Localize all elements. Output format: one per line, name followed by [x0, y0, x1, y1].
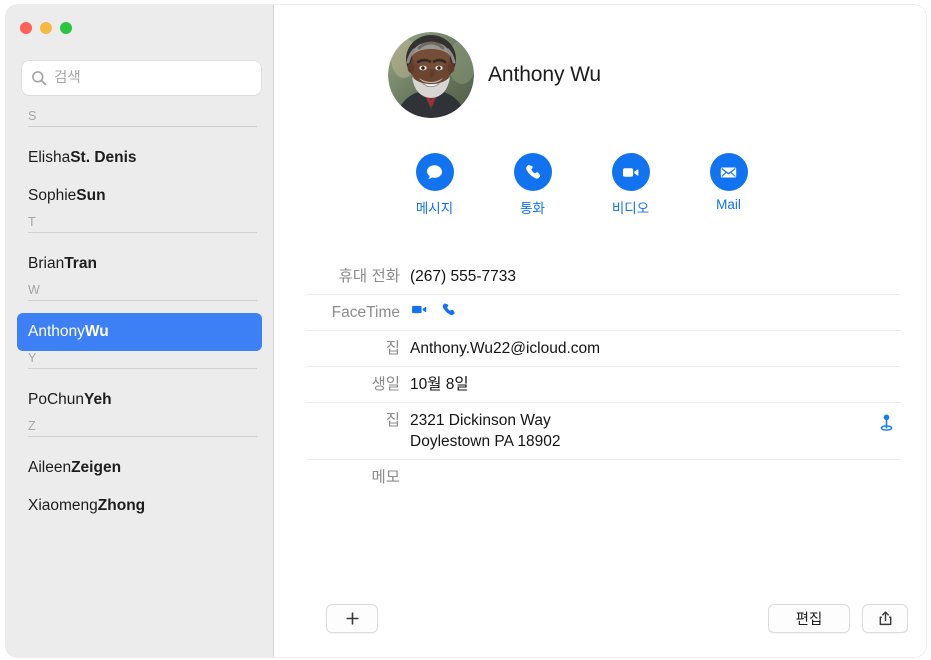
- contact-family-name: St. Denis: [70, 149, 137, 166]
- contact-given-name: Brian: [28, 255, 65, 272]
- section-rule: [28, 368, 257, 369]
- share-button[interactable]: [862, 604, 908, 633]
- section-rule: [28, 436, 257, 437]
- action-message[interactable]: 메시지: [410, 153, 459, 217]
- search-input[interactable]: [54, 70, 252, 86]
- section-header-z: Z: [28, 419, 257, 449]
- address-line: 2321 Dickinson Way: [410, 412, 551, 429]
- contact-family-name: Yeh: [84, 391, 112, 408]
- contact-action-buttons[interactable]: 메시지 통화 비디오 Mail: [410, 153, 753, 217]
- section-letter: Y: [28, 351, 45, 366]
- avatar[interactable]: [388, 32, 474, 118]
- section-header-t: T: [28, 215, 257, 245]
- action-phone[interactable]: 통화: [508, 153, 557, 217]
- contact-list-item[interactable]: Elisha St. Denis: [17, 139, 262, 177]
- field-label: 집: [385, 340, 400, 357]
- contacts-window: SElisha St. DenisSophie SunTBrian TranWA…: [6, 5, 926, 657]
- field-row[interactable]: FaceTime: [306, 294, 901, 330]
- contact-list-item[interactable]: PoChun Yeh: [17, 381, 262, 419]
- action-label: 통화: [520, 201, 545, 216]
- field-label: 휴대 전화: [338, 268, 400, 285]
- field-label: 집: [385, 412, 400, 429]
- contact-given-name: Xiaomeng: [28, 497, 98, 514]
- minimize-button[interactable]: [40, 22, 52, 34]
- contact-family-name: Zhong: [97, 497, 146, 514]
- action-label: Mail: [716, 197, 741, 212]
- message-icon: [415, 153, 454, 191]
- bottom-toolbar: 편집: [274, 595, 926, 657]
- contact-list-item[interactable]: Sophie Sun: [17, 177, 262, 215]
- edit-button-label: 편집: [795, 612, 823, 628]
- section-rule: [28, 232, 257, 233]
- facetime-video-icon[interactable]: [410, 300, 429, 325]
- field-label: 메모: [371, 469, 400, 486]
- map-pin-icon[interactable]: [878, 413, 895, 433]
- add-contact-button[interactable]: [326, 604, 378, 633]
- field-label: FaceTime: [331, 304, 400, 321]
- section-header-s: S: [28, 109, 257, 139]
- field-row[interactable]: 휴대 전화 (267) 555-7733: [306, 259, 901, 294]
- action-label: 비디오: [611, 201, 650, 216]
- contact-given-name: Aileen: [28, 459, 72, 476]
- contact-family-name: Tran: [64, 255, 97, 272]
- facetime-icons[interactable]: [410, 302, 901, 323]
- maximize-button[interactable]: [60, 22, 72, 34]
- field-row[interactable]: 집 Anthony.Wu22@icloud.com: [306, 330, 901, 366]
- contact-family-name: Wu: [84, 323, 109, 340]
- section-letter: T: [28, 215, 44, 230]
- facetime-audio-icon[interactable]: [440, 301, 457, 324]
- section-letter: S: [28, 109, 45, 124]
- contact-given-name: Anthony: [28, 323, 85, 340]
- contact-header: Anthony Wu: [274, 5, 926, 135]
- field-label: 생일: [371, 376, 400, 393]
- section-header-y: Y: [28, 351, 257, 381]
- contact-fields[interactable]: 휴대 전화 (267) 555-7733 FaceTime 집 Anthony.Wu22…: [306, 259, 901, 501]
- search-icon: [31, 70, 47, 86]
- field-row[interactable]: 메모: [306, 459, 901, 501]
- contact-name: Anthony Wu: [488, 63, 602, 86]
- action-video[interactable]: 비디오: [606, 153, 655, 217]
- sidebar: SElisha St. DenisSophie SunTBrian TranWA…: [6, 5, 274, 657]
- field-value[interactable]: 10월 8일: [410, 374, 901, 395]
- search-field[interactable]: [22, 61, 261, 95]
- contact-list-item[interactable]: Anthony Wu: [17, 313, 262, 351]
- contact-given-name: Elisha: [28, 149, 71, 166]
- contacts-list[interactable]: S Elisha St. Denis Sophie Sun T Brian Tran W A…: [6, 109, 273, 657]
- contact-list-item[interactable]: Aileen Zeigen: [17, 449, 262, 487]
- section-header-w: W: [28, 283, 257, 313]
- contact-given-name: Sophie: [28, 187, 77, 204]
- section-letter: W: [28, 283, 48, 298]
- contact-list-item[interactable]: Xiaomeng Zhong: [17, 487, 262, 525]
- phone-icon: [513, 153, 552, 191]
- mail-icon: [709, 153, 748, 191]
- field-row[interactable]: 집 2321 Dickinson Way Doylestown PA 18902: [306, 402, 901, 459]
- video-icon: [611, 153, 650, 191]
- field-value[interactable]: [410, 302, 901, 323]
- window-traffic-lights: [20, 22, 72, 34]
- contact-family-name: Zeigen: [71, 459, 122, 476]
- section-letter: Z: [28, 419, 44, 434]
- contact-detail-pane: Anthony Wu 메시지 통화 비디오 Mail 휴대 전화 (267) 555-7…: [274, 5, 926, 657]
- field-row[interactable]: 생일 10월 8일: [306, 366, 901, 402]
- action-mail[interactable]: Mail: [704, 153, 753, 217]
- contact-family-name: Sun: [76, 187, 106, 204]
- contact-list-item[interactable]: Brian Tran: [17, 245, 262, 283]
- contact-given-name: PoChun: [28, 391, 85, 408]
- section-rule: [28, 300, 257, 301]
- action-label: 메시지: [415, 201, 454, 216]
- field-value[interactable]: 2321 Dickinson Way Doylestown PA 18902: [410, 410, 901, 452]
- close-button[interactable]: [20, 22, 32, 34]
- edit-button[interactable]: 편집: [768, 604, 850, 633]
- share-icon: [877, 610, 894, 627]
- field-value[interactable]: Anthony.Wu22@icloud.com: [410, 338, 901, 359]
- address-line: Doylestown PA 18902: [410, 433, 561, 450]
- plus-icon: [345, 611, 360, 626]
- field-value[interactable]: (267) 555-7733: [410, 266, 901, 287]
- section-rule: [28, 126, 257, 127]
